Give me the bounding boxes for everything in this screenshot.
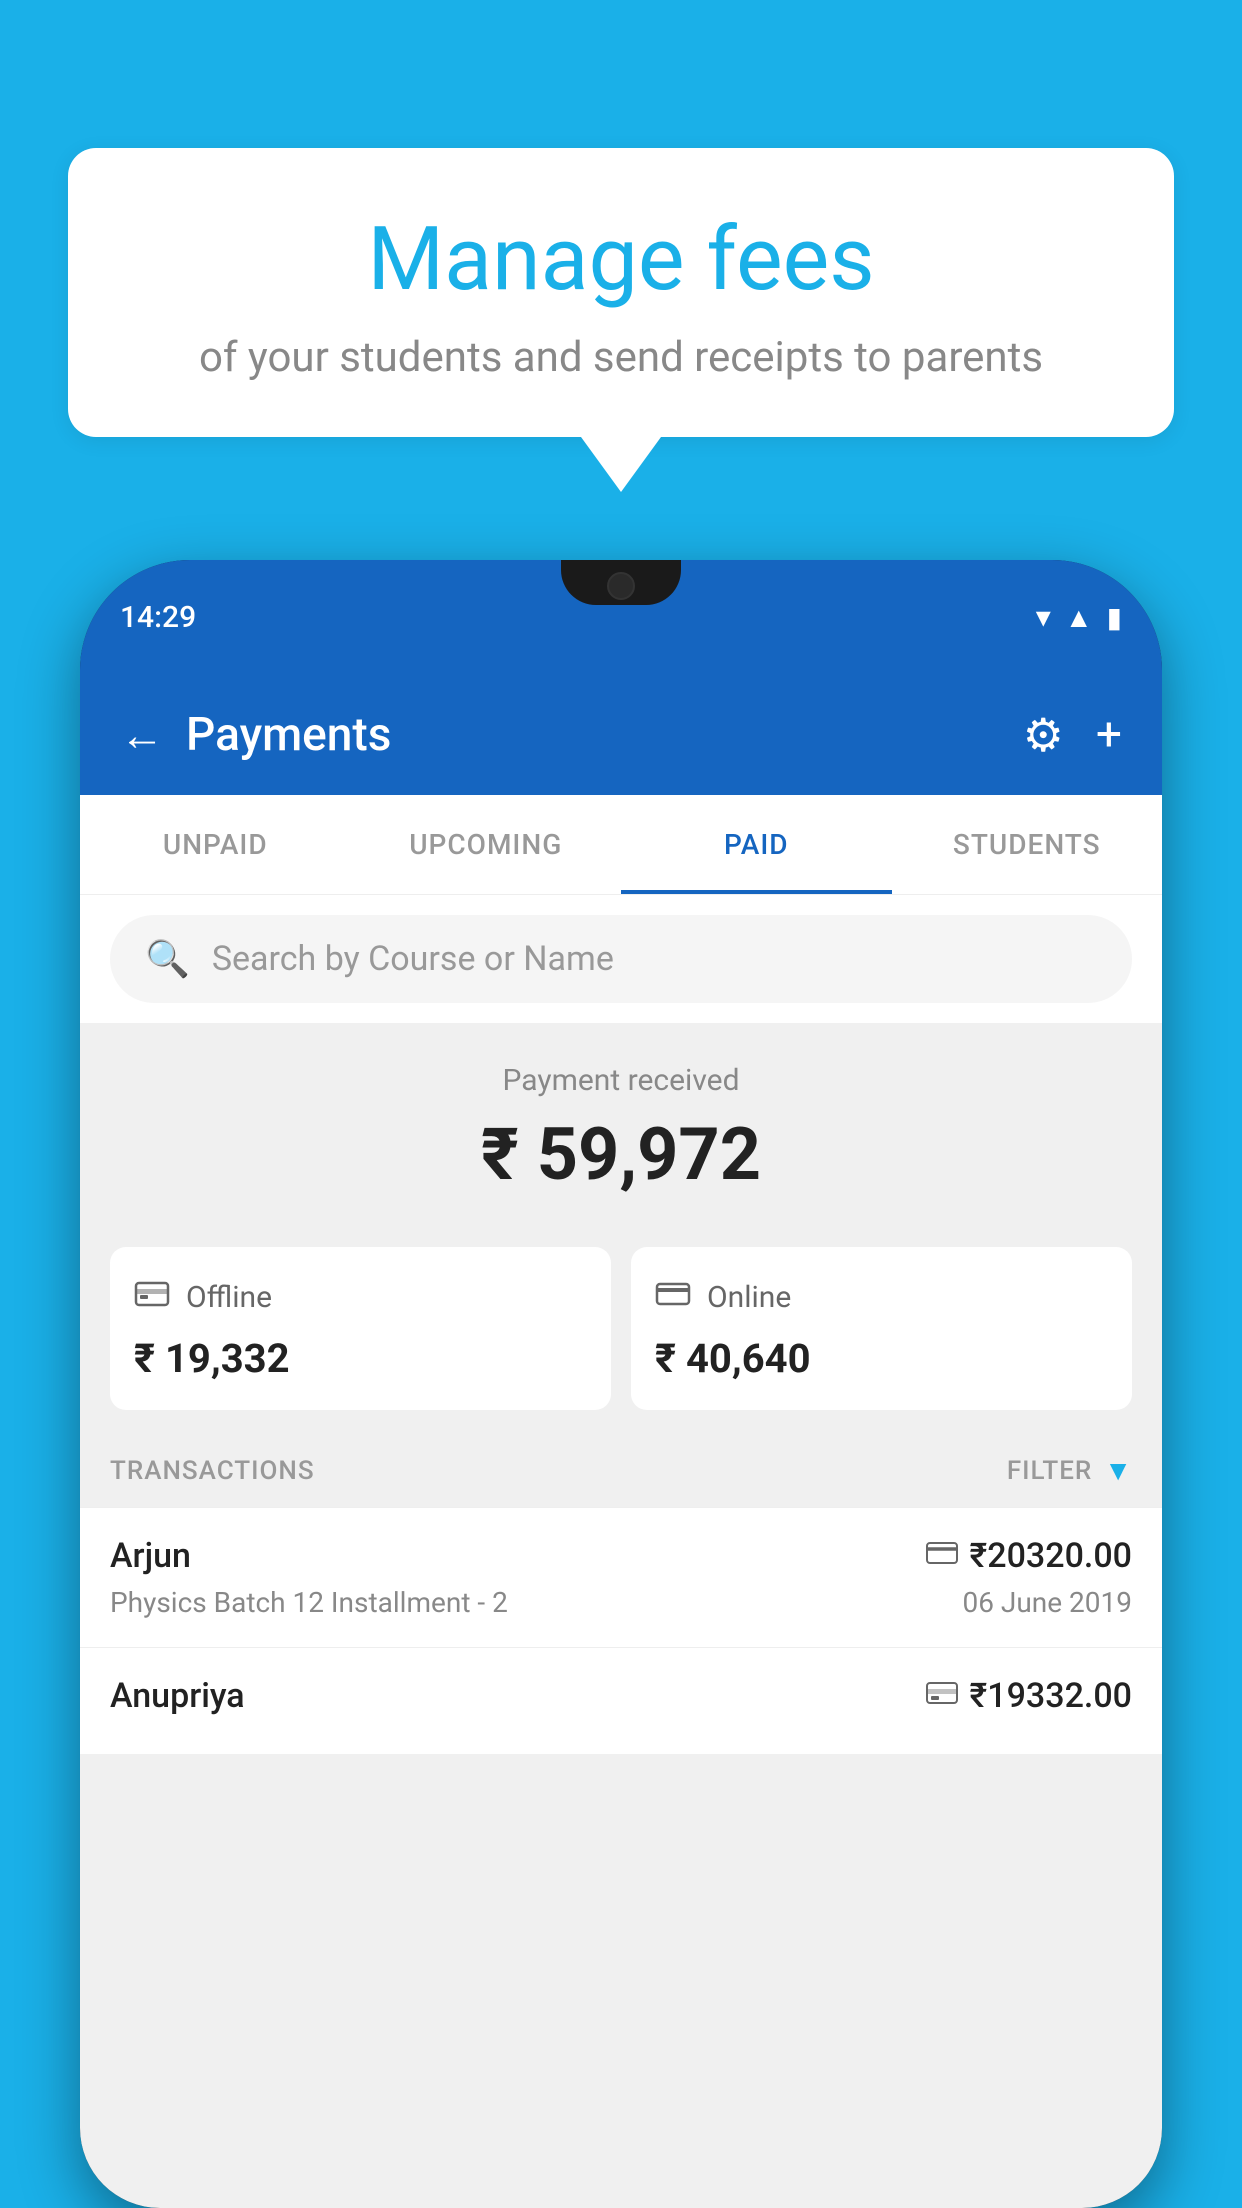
tab-unpaid[interactable]: UNPAID [80,795,351,894]
search-placeholder: Search by Course or Name [212,939,614,979]
tab-paid[interactable]: PAID [621,795,892,894]
header-title: Payments [186,708,391,762]
amount-wrap-anupriya: ₹19332.00 [926,1676,1132,1716]
transaction-date-arjun: 06 June 2019 [962,1586,1132,1619]
back-button[interactable]: ← [120,709,164,761]
payment-label: Payment received [110,1063,1132,1098]
filter-label: FILTER [1007,1456,1092,1486]
student-name-arjun: Arjun [110,1536,191,1576]
transaction-amount-anupriya: ₹19332.00 [970,1676,1132,1716]
online-icon [655,1275,691,1319]
payment-amount: ₹ 59,972 [110,1112,1132,1197]
transactions-label: TRANSACTIONS [110,1456,315,1486]
phone-notch [561,560,681,605]
transaction-top-anupriya: Anupriya ₹19332.00 [110,1676,1132,1716]
student-name-anupriya: Anupriya [110,1676,245,1716]
filter-section[interactable]: FILTER ▼ [1007,1454,1132,1487]
transaction-amount-arjun: ₹20320.00 [970,1536,1132,1576]
battery-icon: ▮ [1107,601,1122,634]
search-bar[interactable]: 🔍 Search by Course or Name [110,915,1132,1003]
transaction-top-arjun: Arjun ₹20320.00 [110,1536,1132,1576]
transaction-row-arjun[interactable]: Arjun ₹20320.00 Physics Batch 12 Install… [80,1507,1162,1647]
offline-payment-icon [926,1679,958,1714]
transaction-row-anupriya[interactable]: Anupriya ₹19332.00 [80,1647,1162,1754]
speech-bubble: Manage fees of your students and send re… [68,148,1174,437]
search-icon: 🔍 [145,938,190,980]
offline-card-amount: ₹ 19,332 [134,1335,587,1382]
phone-screen-content: 🔍 Search by Course or Name Payment recei… [80,895,1162,2208]
payment-received-section: Payment received ₹ 59,972 [80,1023,1162,1227]
status-time: 14:29 [120,600,196,635]
status-icons: ▾ ▲ ▮ [1036,600,1122,635]
bubble-heading: Manage fees [118,208,1124,311]
offline-card-type: Offline [186,1280,272,1315]
bubble-subtext: of your students and send receipts to pa… [118,333,1124,382]
course-info-arjun: Physics Batch 12 Installment - 2 [110,1586,508,1619]
search-container: 🔍 Search by Course or Name [80,895,1162,1023]
payment-cards-row: Offline ₹ 19,332 Online [80,1227,1162,1430]
tab-students[interactable]: STUDENTS [892,795,1163,894]
offline-card: Offline ₹ 19,332 [110,1247,611,1410]
transaction-bottom-arjun: Physics Batch 12 Installment - 2 06 June… [110,1586,1132,1619]
online-card-amount: ₹ 40,640 [655,1335,1108,1382]
status-bar: 14:29 ▾ ▲ ▮ [80,560,1162,675]
tab-upcoming[interactable]: UPCOMING [351,795,622,894]
app-header: ← Payments ⚙ + [80,675,1162,795]
online-card-type: Online [707,1280,791,1315]
amount-wrap-arjun: ₹20320.00 [926,1536,1132,1576]
gear-icon[interactable]: ⚙ [1023,708,1064,763]
online-card: Online ₹ 40,640 [631,1247,1132,1410]
offline-icon [134,1275,170,1319]
wifi-icon: ▾ [1036,600,1051,635]
phone-device: 14:29 ▾ ▲ ▮ ← Payments ⚙ + UNPAID [80,560,1162,2208]
header-right: ⚙ + [1023,708,1122,763]
signal-icon: ▲ [1065,601,1093,634]
offline-card-header: Offline [134,1275,587,1319]
plus-icon[interactable]: + [1096,708,1122,762]
tabs-container: UNPAID UPCOMING PAID STUDENTS [80,795,1162,895]
filter-icon: ▼ [1104,1454,1132,1487]
header-left: ← Payments [120,708,391,762]
online-card-header: Online [655,1275,1108,1319]
phone-camera [607,572,635,600]
speech-bubble-container: Manage fees of your students and send re… [68,148,1174,492]
transactions-header: TRANSACTIONS FILTER ▼ [80,1430,1162,1507]
speech-bubble-arrow [581,437,661,492]
online-payment-icon [926,1539,958,1574]
